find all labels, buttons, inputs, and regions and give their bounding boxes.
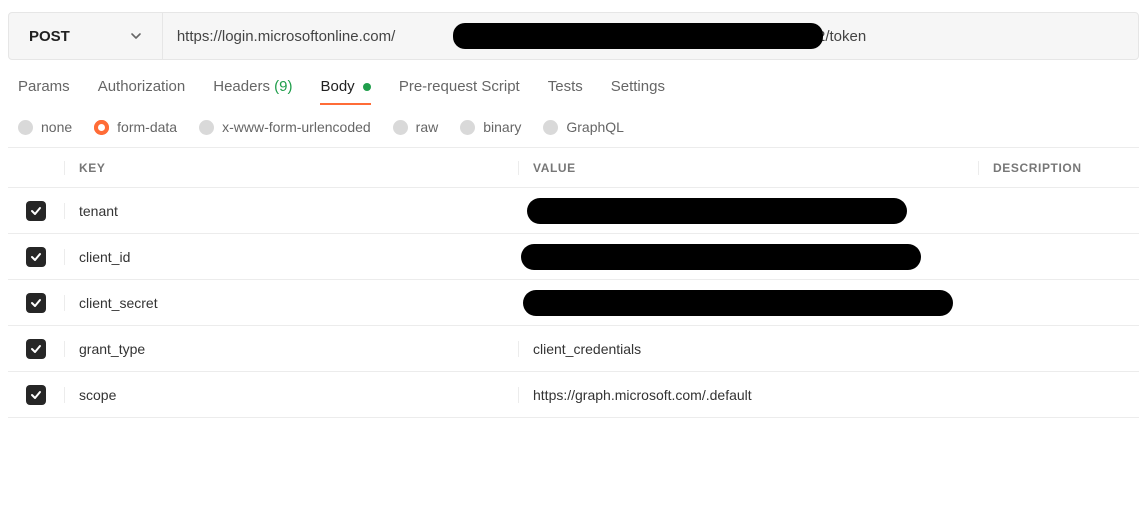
- tab-settings[interactable]: Settings: [611, 78, 665, 105]
- radio-icon: [460, 120, 475, 135]
- value-cell[interactable]: client_credentials: [518, 341, 978, 357]
- tab-label: Params: [18, 78, 70, 95]
- radio-label: form-data: [117, 119, 177, 135]
- tab-label: Settings: [611, 78, 665, 95]
- table-row: client_id: [8, 234, 1139, 280]
- tab-label: Authorization: [98, 78, 186, 95]
- radio-icon: [94, 120, 109, 135]
- key-cell[interactable]: client_id: [64, 249, 518, 265]
- tab-headers[interactable]: Headers (9): [213, 78, 292, 105]
- row-enable-checkbox[interactable]: [26, 293, 46, 313]
- url-prefix: https://login.microsoftonline.com/: [177, 28, 395, 45]
- radio-raw[interactable]: raw: [393, 119, 439, 135]
- redaction-mark: [527, 198, 907, 224]
- http-method-select[interactable]: POST: [9, 13, 163, 59]
- radio-graphql[interactable]: GraphQL: [543, 119, 624, 135]
- tab-params[interactable]: Params: [18, 78, 70, 105]
- chevron-down-icon: [130, 30, 142, 42]
- radio-label: GraphQL: [566, 119, 624, 135]
- radio-none[interactable]: none: [18, 119, 72, 135]
- request-tabs: Params Authorization Headers (9) Body Pr…: [8, 60, 1139, 105]
- tab-label: Pre-request Script: [399, 78, 520, 95]
- tab-tests[interactable]: Tests: [548, 78, 583, 105]
- column-header-value: VALUE: [518, 161, 978, 175]
- table-row: tenant: [8, 188, 1139, 234]
- tab-label: Body: [320, 78, 354, 95]
- tab-prerequest-script[interactable]: Pre-request Script: [399, 78, 520, 105]
- row-enable-checkbox[interactable]: [26, 247, 46, 267]
- row-enable-checkbox[interactable]: [26, 201, 46, 221]
- tab-authorization[interactable]: Authorization: [98, 78, 186, 105]
- table-row: scope https://graph.microsoft.com/.defau…: [8, 372, 1139, 418]
- radio-form-data[interactable]: form-data: [94, 119, 177, 135]
- table-header-row: KEY VALUE DESCRIPTION: [8, 148, 1139, 188]
- table-row: grant_type client_credentials: [8, 326, 1139, 372]
- tab-label: Tests: [548, 78, 583, 95]
- request-url-bar: POST https://login.microsoftonline.com/ …: [8, 12, 1139, 60]
- key-cell[interactable]: grant_type: [64, 341, 518, 357]
- form-data-table: KEY VALUE DESCRIPTION tenant: [8, 147, 1139, 418]
- key-cell[interactable]: client_secret: [64, 295, 518, 311]
- http-method-label: POST: [29, 28, 70, 45]
- headers-count: (9): [274, 78, 292, 95]
- radio-label: none: [41, 119, 72, 135]
- tab-label: Headers: [213, 78, 270, 95]
- radio-label: binary: [483, 119, 521, 135]
- radio-label: x-www-form-urlencoded: [222, 119, 371, 135]
- row-enable-checkbox[interactable]: [26, 385, 46, 405]
- value-cell[interactable]: https://graph.microsoft.com/.default: [518, 387, 978, 403]
- radio-binary[interactable]: binary: [460, 119, 521, 135]
- url-input[interactable]: https://login.microsoftonline.com/ /oaut…: [163, 13, 1138, 59]
- radio-label: raw: [416, 119, 439, 135]
- radio-icon: [393, 120, 408, 135]
- key-cell[interactable]: scope: [64, 387, 518, 403]
- redaction-mark: [521, 244, 921, 270]
- column-header-key: KEY: [64, 161, 518, 175]
- tab-body[interactable]: Body: [320, 78, 370, 105]
- body-type-radios: none form-data x-www-form-urlencoded raw…: [8, 105, 1139, 147]
- key-cell[interactable]: tenant: [64, 203, 518, 219]
- radio-urlencoded[interactable]: x-www-form-urlencoded: [199, 119, 371, 135]
- redaction-mark: [453, 23, 823, 49]
- radio-icon: [543, 120, 558, 135]
- radio-icon: [18, 120, 33, 135]
- redaction-mark: [523, 290, 953, 316]
- table-row: client_secret: [8, 280, 1139, 326]
- row-enable-checkbox[interactable]: [26, 339, 46, 359]
- unsaved-dot-icon: [363, 83, 371, 91]
- column-header-description: DESCRIPTION: [978, 161, 1139, 175]
- radio-icon: [199, 120, 214, 135]
